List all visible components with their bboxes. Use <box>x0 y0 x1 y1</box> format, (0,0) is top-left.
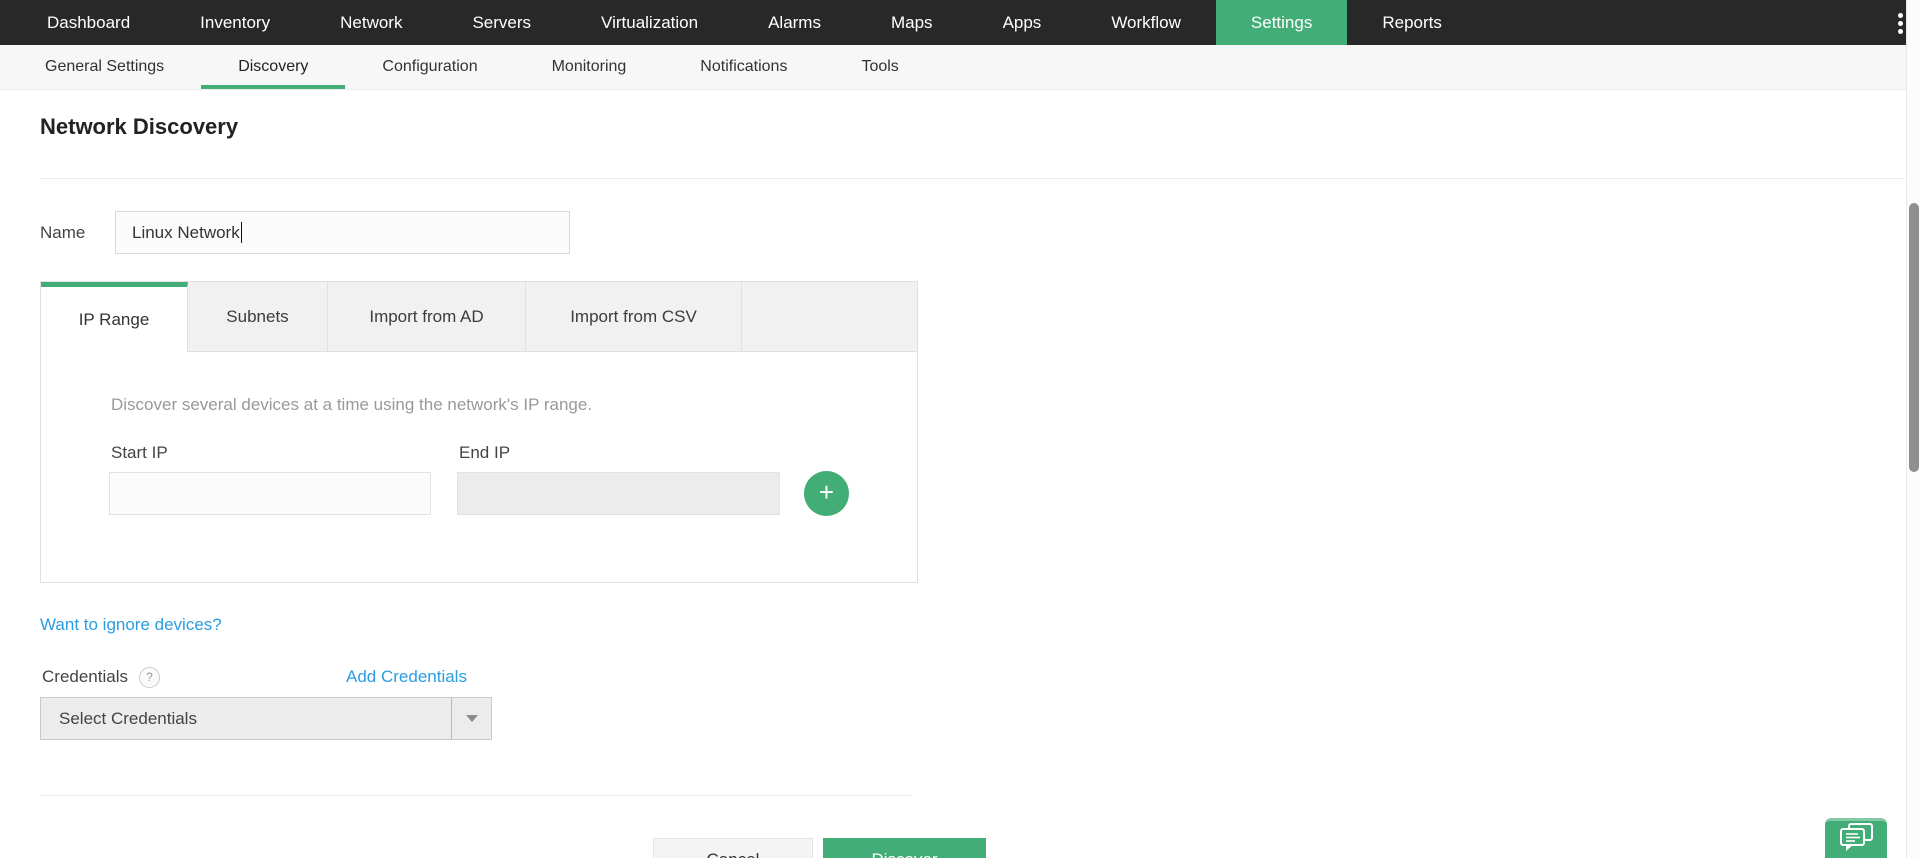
subnav-item-configuration[interactable]: Configuration <box>345 45 514 89</box>
nav-item-workflow[interactable]: Workflow <box>1076 0 1216 45</box>
credentials-select-value: Select Credentials <box>59 708 197 728</box>
nav-item-network[interactable]: Network <box>305 0 437 45</box>
ip-labels-row: Start IP End IP <box>111 443 917 463</box>
main-content: Network Discovery Name Linux Network IP … <box>0 114 1920 858</box>
subnav-item-monitoring[interactable]: Monitoring <box>515 45 664 89</box>
nav-item-servers[interactable]: Servers <box>437 0 566 45</box>
tab-import-from-csv[interactable]: Import from CSV <box>526 282 742 352</box>
subnav-item-discovery[interactable]: Discovery <box>201 45 346 89</box>
nav-item-apps[interactable]: Apps <box>968 0 1077 45</box>
help-icon[interactable]: ? <box>139 666 160 688</box>
ip-range-panel: Discover several devices at a time using… <box>41 352 917 582</box>
tab-ip-range[interactable]: IP Range <box>41 282 188 352</box>
discover-button[interactable]: Discover <box>823 838 986 858</box>
ip-range-description: Discover several devices at a time using… <box>111 395 593 414</box>
discovery-method-tabs: IP Range Subnets Import from AD Import f… <box>41 282 917 352</box>
scrollbar-track[interactable] <box>1906 0 1920 858</box>
chat-bubbles-icon <box>1837 822 1875 857</box>
end-ip-input[interactable] <box>457 472 780 515</box>
ip-inputs-row: + <box>109 471 917 516</box>
chat-widget-button[interactable] <box>1825 818 1887 858</box>
text-caret <box>240 222 242 243</box>
end-ip-label: End IP <box>459 443 511 462</box>
discovery-method-tabbox: IP Range Subnets Import from AD Import f… <box>40 281 918 583</box>
name-field-row: Name Linux Network <box>40 211 1920 254</box>
nav-item-reports[interactable]: Reports <box>1347 0 1477 45</box>
credentials-row: Credentials ? Add Credentials <box>40 666 1920 688</box>
add-credentials-link[interactable]: Add Credentials <box>346 667 467 687</box>
start-ip-input[interactable] <box>109 472 431 515</box>
nav-item-virtualization[interactable]: Virtualization <box>566 0 733 45</box>
credentials-select[interactable]: Select Credentials <box>40 697 492 740</box>
name-input[interactable]: Linux Network <box>115 211 570 254</box>
nav-item-dashboard[interactable]: Dashboard <box>12 0 165 45</box>
scrollbar-thumb[interactable] <box>1909 203 1919 472</box>
chevron-down-icon <box>465 715 478 722</box>
subnav-item-tools[interactable]: Tools <box>824 45 935 89</box>
select-arrow-box <box>451 698 491 739</box>
subnav-item-notifications[interactable]: Notifications <box>663 45 824 89</box>
nav-item-alarms[interactable]: Alarms <box>733 0 856 45</box>
subnav-item-general-settings[interactable]: General Settings <box>8 45 201 89</box>
nav-item-maps[interactable]: Maps <box>856 0 968 45</box>
tab-import-from-ad[interactable]: Import from AD <box>328 282 526 352</box>
nav-item-settings[interactable]: Settings <box>1215 0 1348 45</box>
tab-filler <box>742 282 917 352</box>
top-nav-bar: Dashboard Inventory Network Servers Virt… <box>0 0 1920 45</box>
name-label: Name <box>40 222 86 242</box>
nav-item-inventory[interactable]: Inventory <box>165 0 305 45</box>
tab-subnets[interactable]: Subnets <box>188 282 328 352</box>
name-input-value: Linux Network <box>132 222 240 242</box>
start-ip-label: Start IP <box>111 443 168 462</box>
ignore-devices-link[interactable]: Want to ignore devices? <box>40 615 222 635</box>
footer-actions: Cancel Discover <box>653 838 1920 858</box>
cancel-button[interactable]: Cancel <box>653 838 813 858</box>
divider <box>40 795 913 796</box>
page-title: Network Discovery <box>40 114 239 139</box>
credentials-label: Credentials <box>42 667 128 686</box>
divider <box>40 178 1905 179</box>
settings-sub-nav: General Settings Discovery Configuration… <box>0 45 1920 90</box>
add-ip-range-button[interactable]: + <box>804 471 849 516</box>
